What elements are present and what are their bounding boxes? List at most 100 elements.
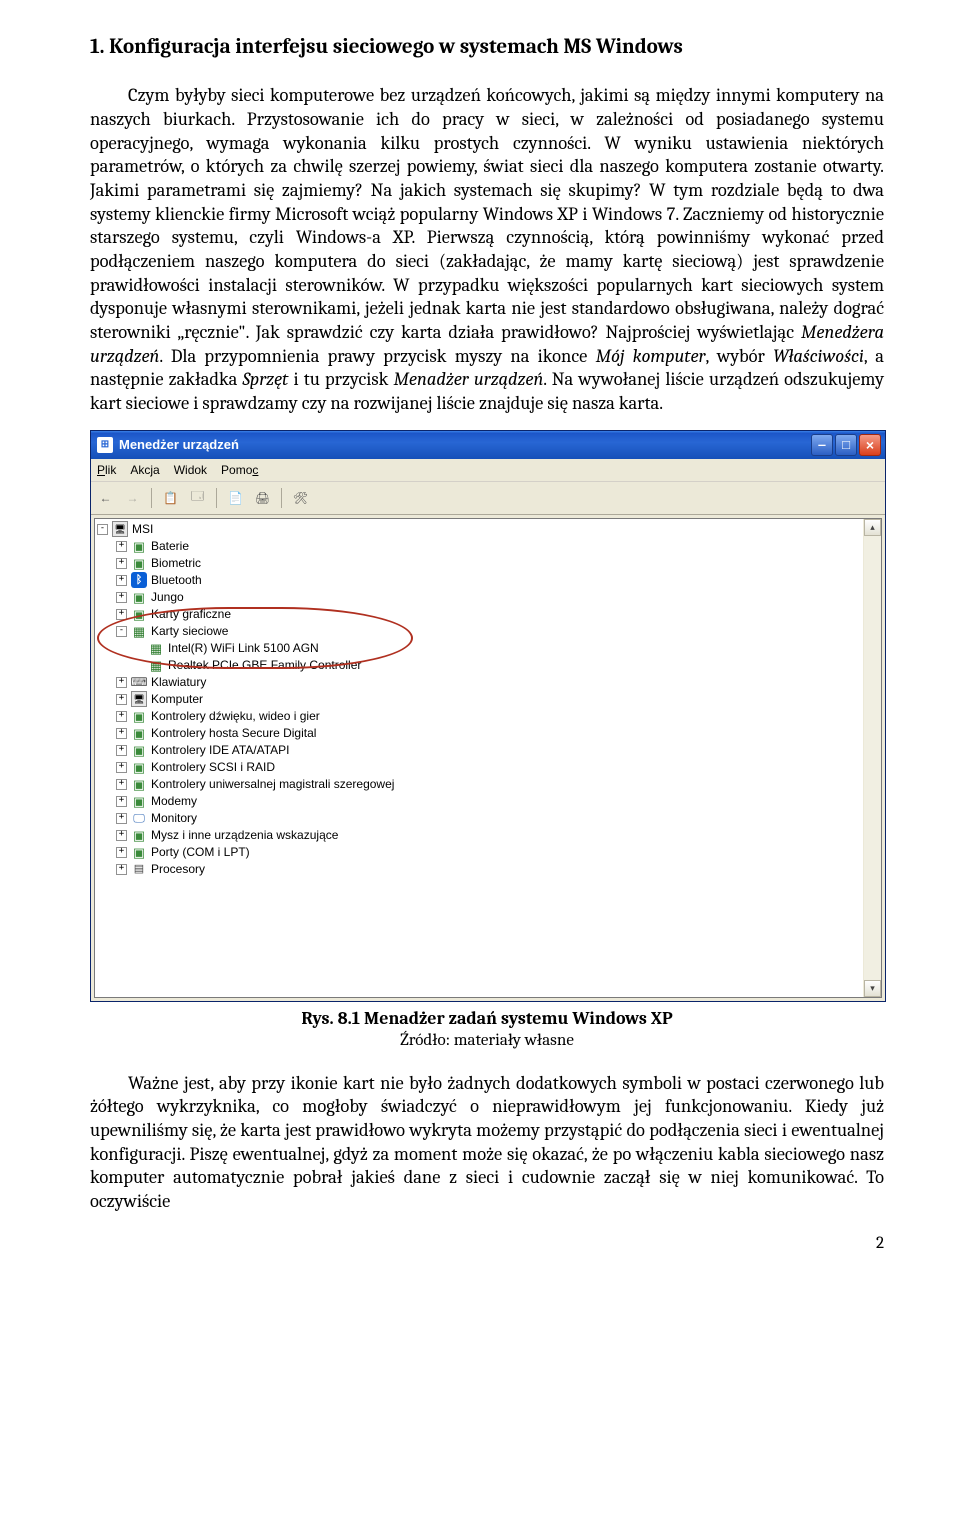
device-icon: ▣ xyxy=(131,844,147,860)
expand-icon[interactable]: + xyxy=(116,847,127,858)
expand-icon[interactable]: + xyxy=(116,830,127,841)
tree-item-label: Porty (COM i LPT) xyxy=(151,844,250,861)
help-icon[interactable]: 🛠 xyxy=(292,489,309,506)
tree-item[interactable]: + ▣Mysz i inne urządzenia wskazujące xyxy=(97,827,881,844)
figure-caption: Rys. 8.1 Menadżer zadań systemu Windows … xyxy=(90,1008,884,1029)
tree-item[interactable]: + ▣Porty (COM i LPT) xyxy=(97,844,881,861)
tree-client-area: -🖥MSI+▣Baterie+▣Biometric+ᛒBluetooth+▣Ju… xyxy=(94,518,882,998)
tree-item[interactable]: +▣Karty graficzne xyxy=(97,606,881,623)
vertical-scrollbar[interactable]: ▴ ▾ xyxy=(863,519,881,997)
para1-t1: Czym byłyby sieci komputerowe bez urządz… xyxy=(90,84,884,343)
menu-action[interactable]: Akcja xyxy=(130,463,159,477)
toolbar: ← → 📋 🗔 📄 🖨 🛠 xyxy=(91,482,885,515)
device-icon: ▣ xyxy=(131,725,147,741)
expand-icon[interactable]: + xyxy=(116,728,127,739)
tree-item-label: Klawiatury xyxy=(151,674,206,691)
view-icon[interactable]: 📋 xyxy=(162,489,179,506)
tree-item-label: Modemy xyxy=(151,793,197,810)
network-adapter-icon: ▦ xyxy=(148,657,164,673)
computer-icon: 🖥 xyxy=(112,521,128,537)
tree-item-label: Mysz i inne urządzenia wskazujące xyxy=(151,827,338,844)
device-icon: ▣ xyxy=(131,589,147,605)
tree-item[interactable]: + 🖥Komputer xyxy=(97,691,881,708)
collapse-icon[interactable]: - xyxy=(116,626,127,637)
scan-icon[interactable]: 🖨 xyxy=(254,489,271,506)
device-icon: ▣ xyxy=(131,793,147,809)
tree-item[interactable]: +⌨Klawiatury xyxy=(97,674,881,691)
tree-item[interactable]: +▤Procesory xyxy=(97,861,881,878)
tree-item[interactable]: +▣Biometric xyxy=(97,555,881,572)
toolbar-sep-icon xyxy=(281,488,282,508)
forward-button[interactable]: → xyxy=(124,489,141,506)
tree-item[interactable]: +▣Kontrolery SCSI i RAID xyxy=(97,759,881,776)
expand-icon[interactable]: + xyxy=(116,796,127,807)
tree-item-label: Kontrolery IDE ATA/ATAPI xyxy=(151,742,290,759)
para1-t5: i tu przycisk xyxy=(288,368,393,390)
expand-icon[interactable]: + xyxy=(116,609,127,620)
device-icon: ▣ xyxy=(131,827,147,843)
bluetooth-icon: ᛒ xyxy=(131,572,147,588)
tree-item[interactable]: + ▣Modemy xyxy=(97,793,881,810)
para1-em3: Właściwości xyxy=(773,345,864,367)
tree-item[interactable]: +▣Kontrolery hosta Secure Digital xyxy=(97,725,881,742)
tree-item[interactable]: + ▣Baterie xyxy=(97,538,881,555)
app-icon: ⊞ xyxy=(97,437,113,453)
tree-child-item[interactable]: ▦Intel(R) WiFi Link 5100 AGN xyxy=(97,640,881,657)
tree-root[interactable]: -🖥MSI xyxy=(97,521,881,538)
figure-source: Źródło: materiały własne xyxy=(90,1031,884,1050)
tree-item[interactable]: +▣Kontrolery IDE ATA/ATAPI xyxy=(97,742,881,759)
tree-item-label: Kontrolery SCSI i RAID xyxy=(151,759,275,776)
window-titlebar[interactable]: ⊞ Menedżer urządzeń ‒ □ × xyxy=(91,431,885,459)
tree-item-label: Komputer xyxy=(151,691,203,708)
minimize-button[interactable]: ‒ xyxy=(811,434,833,456)
tree-item[interactable]: + ▣Jungo xyxy=(97,589,881,606)
expand-icon[interactable]: + xyxy=(116,541,127,552)
tree-root-label: MSI xyxy=(132,521,153,538)
scroll-down-icon[interactable]: ▾ xyxy=(864,980,881,997)
scroll-track[interactable] xyxy=(864,536,881,980)
properties-icon[interactable]: 📄 xyxy=(227,489,244,506)
network-adapter-icon: ▦ xyxy=(148,640,164,656)
tree-item-label: Baterie xyxy=(151,538,189,555)
scroll-up-icon[interactable]: ▴ xyxy=(864,519,881,536)
tree-item-label: Jungo xyxy=(151,589,184,606)
device-icon: ▣ xyxy=(131,538,147,554)
tree-item[interactable]: +🖵Monitory xyxy=(97,810,881,827)
menu-help[interactable]: Pomoc xyxy=(221,463,258,477)
expand-icon[interactable]: + xyxy=(116,864,127,875)
page-number: 2 xyxy=(90,1234,884,1253)
expand-icon[interactable]: + xyxy=(116,711,127,722)
expand-icon[interactable]: + xyxy=(116,592,127,603)
tree-item-label: Biometric xyxy=(151,555,201,572)
expand-icon[interactable]: + xyxy=(116,779,127,790)
tree-item[interactable]: +ᛒBluetooth xyxy=(97,572,881,589)
refresh-icon[interactable]: 🗔 xyxy=(189,489,206,506)
tree-item[interactable]: +▣Kontrolery uniwersalnej magistrali sze… xyxy=(97,776,881,793)
expand-icon[interactable]: + xyxy=(116,694,127,705)
tree-item[interactable]: +▣Kontrolery dźwięku, wideo i gier xyxy=(97,708,881,725)
expand-icon[interactable]: + xyxy=(116,813,127,824)
tree-item-label: Kontrolery uniwersalnej magistrali szere… xyxy=(151,776,394,793)
section-heading: 1. Konfiguracja interfejsu sieciowego w … xyxy=(90,34,884,60)
expand-icon[interactable]: + xyxy=(116,762,127,773)
tree-item-label: Intel(R) WiFi Link 5100 AGN xyxy=(168,640,319,657)
monitor-icon: 🖵 xyxy=(131,810,147,826)
collapse-icon[interactable]: - xyxy=(97,524,108,535)
computer-icon: 🖥 xyxy=(131,691,147,707)
menu-file[interactable]: Plik xyxy=(97,463,116,477)
device-icon: ▣ xyxy=(131,708,147,724)
expand-icon[interactable]: + xyxy=(116,558,127,569)
expand-icon[interactable]: + xyxy=(116,677,127,688)
menu-view[interactable]: Widok xyxy=(174,463,207,477)
tree-child-item[interactable]: ▦Realtek PCIe GBE Family Controller xyxy=(97,657,881,674)
maximize-button[interactable]: □ xyxy=(835,434,857,456)
tree-item-label: Karty graficzne xyxy=(151,606,231,623)
expand-icon[interactable]: + xyxy=(116,575,127,586)
tree-item[interactable]: -▦Karty sieciowe xyxy=(97,623,881,640)
close-button[interactable]: × xyxy=(859,434,881,456)
para1-em4: Sprzęt xyxy=(242,368,288,390)
menu-bar: Plik Akcja Widok Pomoc xyxy=(91,459,885,482)
back-button[interactable]: ← xyxy=(97,489,114,506)
tree-item-label: Realtek PCIe GBE Family Controller xyxy=(168,657,361,674)
expand-icon[interactable]: + xyxy=(116,745,127,756)
